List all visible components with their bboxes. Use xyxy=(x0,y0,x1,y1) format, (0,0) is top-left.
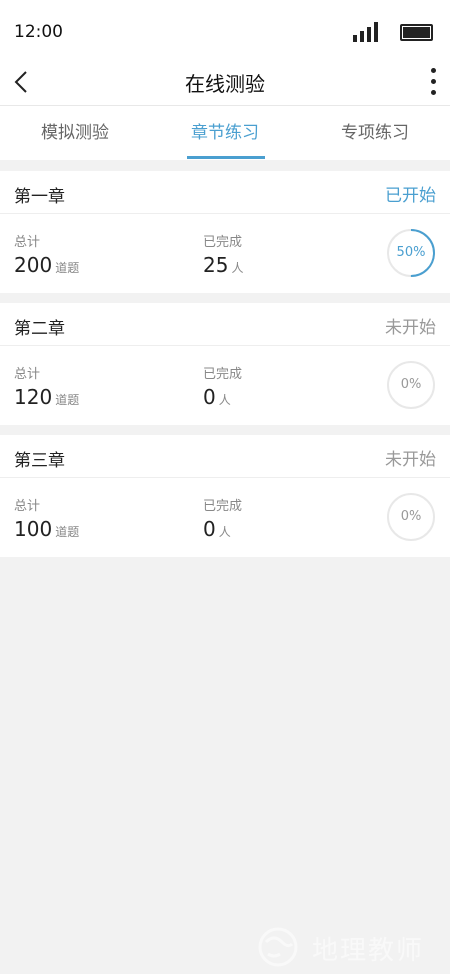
watermark: 地理教师 xyxy=(252,924,442,970)
chapter-title: 第三章 xyxy=(14,451,65,471)
signal-icon xyxy=(353,22,381,42)
completed-unit: 人 xyxy=(218,393,231,407)
chapter-title: 第一章 xyxy=(14,187,65,207)
total-label: 总计 xyxy=(14,499,41,514)
battery-icon xyxy=(400,24,433,41)
status-bar: 12:00 xyxy=(0,0,450,58)
watermark-text: 地理教师 xyxy=(312,936,425,966)
total-unit: 道题 xyxy=(55,393,80,407)
chapter-card[interactable]: 第一章 已开始 总计 200 道题 已完成 25 人 50% xyxy=(0,171,450,293)
tab-active-indicator xyxy=(187,156,265,159)
completed-unit: 人 xyxy=(231,261,244,275)
chapter-card[interactable]: 第三章 未开始 总计 100 道题 已完成 0人 0% xyxy=(0,435,450,557)
chapter-status: 未开始 xyxy=(385,450,436,470)
chapter-title: 第二章 xyxy=(14,319,65,339)
chapter-header: 第一章 已开始 xyxy=(0,171,450,214)
status-time: 12:00 xyxy=(14,22,63,42)
chapter-header: 第二章 未开始 xyxy=(0,303,450,346)
progress-percent: 0% xyxy=(400,509,422,524)
progress-percent: 0% xyxy=(400,377,422,392)
total-label: 总计 xyxy=(14,367,41,382)
total-unit: 道题 xyxy=(55,525,80,539)
tab-bar: 模拟测验 章节练习 专项练习 xyxy=(0,106,450,160)
chapter-card[interactable]: 第二章 未开始 总计 120 道题 已完成 0人 0% xyxy=(0,303,450,425)
completed-label: 已完成 xyxy=(203,499,243,514)
total-value: 100 道题 xyxy=(14,517,80,541)
chapter-status: 已开始 xyxy=(385,186,436,206)
completed-value: 0人 xyxy=(203,385,231,409)
more-menu-button[interactable] xyxy=(420,64,446,100)
completed-label: 已完成 xyxy=(203,367,243,382)
completed-unit: 人 xyxy=(218,525,231,539)
nav-bar: 在线测验 xyxy=(0,58,450,106)
total-value: 200 道题 xyxy=(14,253,80,277)
total-unit: 道题 xyxy=(55,261,80,275)
watermark-logo-icon xyxy=(258,927,298,967)
chapter-header: 第三章 未开始 xyxy=(0,435,450,478)
total-label: 总计 xyxy=(14,235,41,250)
chapter-status: 未开始 xyxy=(385,318,436,338)
tab-mock-test[interactable]: 模拟测验 xyxy=(0,106,150,160)
page-title: 在线测验 xyxy=(185,72,265,96)
completed-value: 0人 xyxy=(203,517,231,541)
more-vertical-icon xyxy=(431,68,436,73)
completed-label: 已完成 xyxy=(203,235,243,250)
completed-value: 25 人 xyxy=(203,253,244,277)
progress-percent: 50% xyxy=(396,245,426,260)
tab-chapter-practice[interactable]: 章节练习 xyxy=(150,106,300,160)
total-value: 120 道题 xyxy=(14,385,80,409)
tab-topic-practice[interactable]: 专项练习 xyxy=(300,106,450,160)
